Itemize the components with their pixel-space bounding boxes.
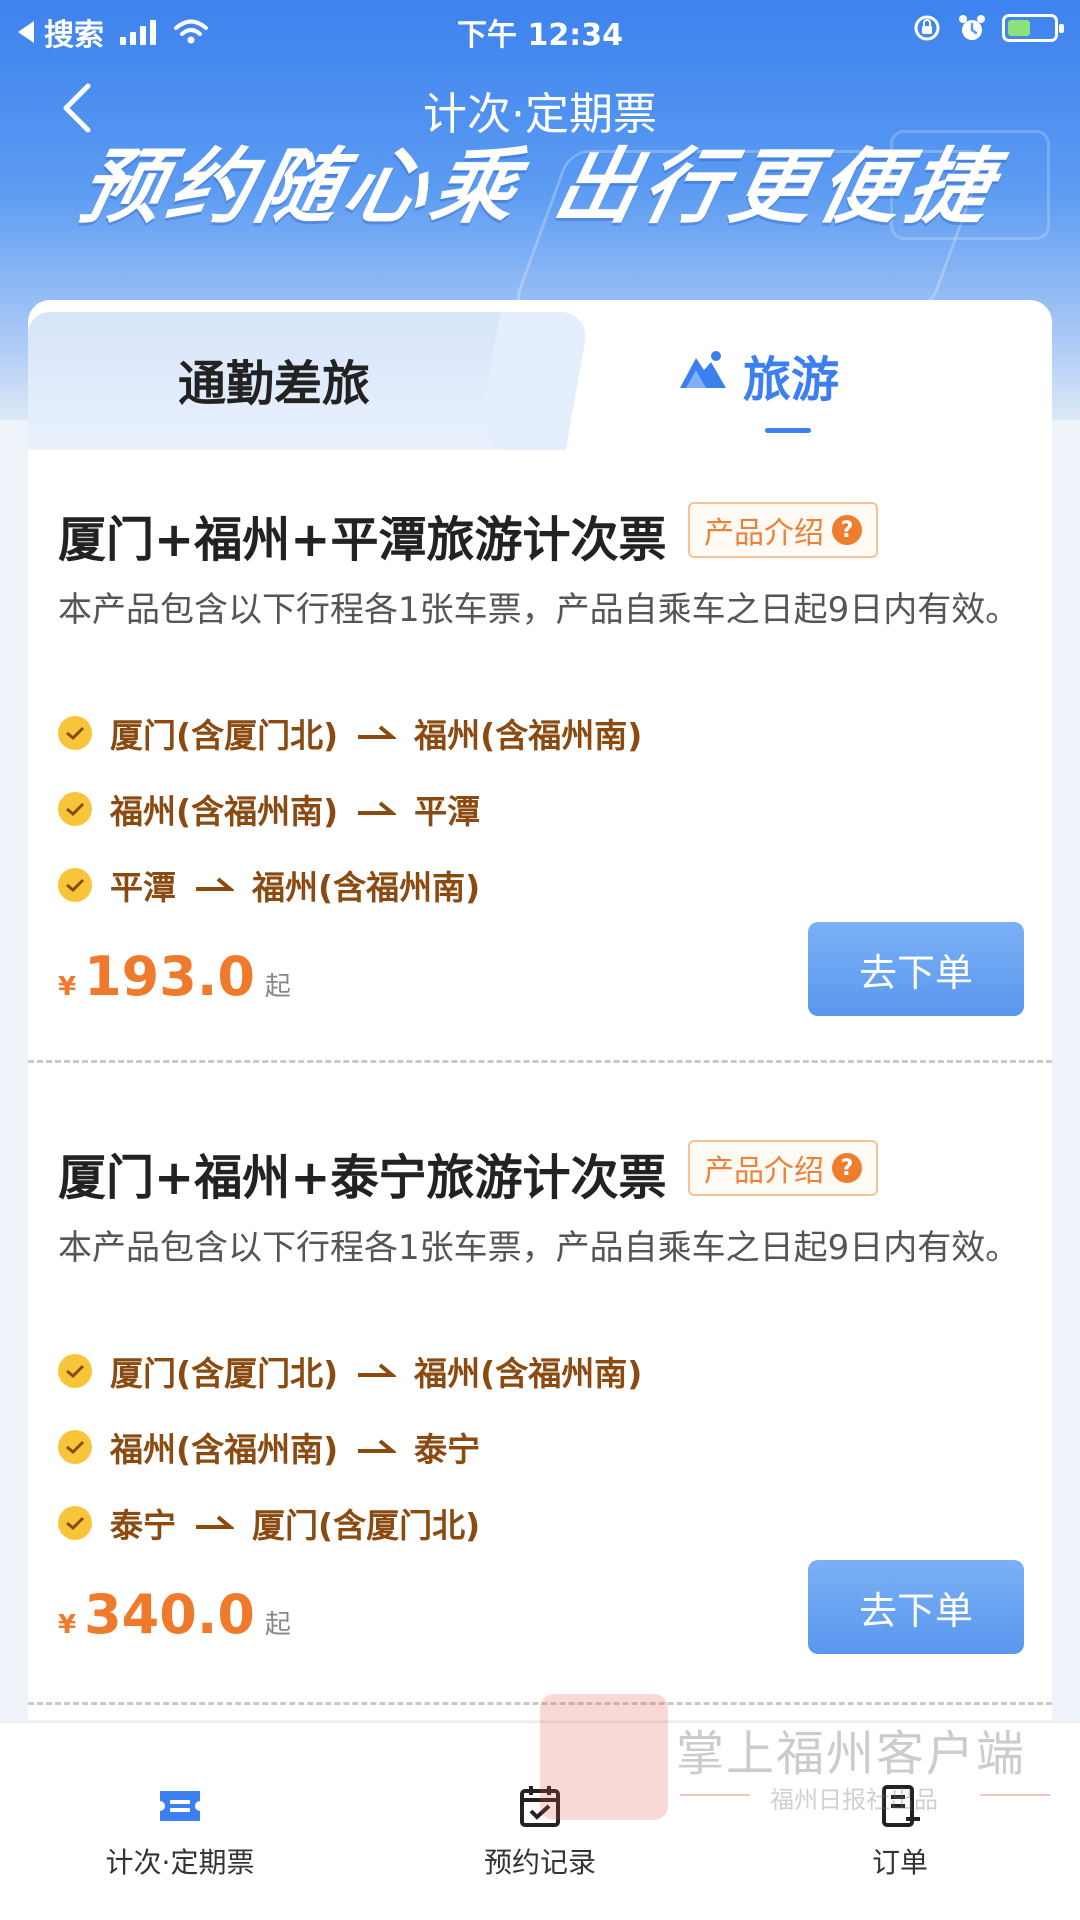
route-list: 厦门(含厦门北) 福州(含福州南) 福州(含福州南) 平潭 平潭 福州(含福州南… bbox=[58, 695, 642, 923]
route-to: 厦门(含厦门北) bbox=[252, 1506, 481, 1545]
question-icon: ? bbox=[832, 515, 862, 545]
route-to: 平潭 bbox=[414, 792, 481, 831]
arrow-right-icon bbox=[196, 877, 234, 891]
nav-item-booking-records[interactable]: 预约记录 bbox=[360, 1723, 720, 1920]
check-icon bbox=[58, 792, 92, 826]
product-card: 通勤差旅 旅游 厦门+福州+平潭旅游计次票 产品介绍 ? 本产品包含以下行程各1… bbox=[28, 300, 1052, 1720]
route-item: 福州(含福州南) 平潭 bbox=[58, 771, 642, 847]
mountain-icon bbox=[680, 351, 726, 388]
route-to: 福州(含福州南) bbox=[414, 1354, 643, 1393]
divider bbox=[28, 1060, 1052, 1063]
ticket-icon bbox=[160, 1791, 200, 1821]
route-from: 福州(含福州南) bbox=[110, 792, 339, 831]
route-item: 厦门(含厦门北) 福州(含福州南) bbox=[58, 695, 642, 771]
tab-travel-label[interactable]: 旅游 bbox=[743, 340, 839, 410]
check-icon bbox=[58, 1430, 92, 1464]
alarm-icon bbox=[959, 15, 985, 40]
nav-label: 计次·定期票 bbox=[105, 1846, 255, 1879]
price-suffix: 起 bbox=[264, 1610, 291, 1640]
route-from: 厦门(含厦门北) bbox=[110, 716, 339, 755]
route-from: 泰宁 bbox=[110, 1506, 176, 1545]
route-to: 福州(含福州南) bbox=[414, 716, 643, 755]
price: ¥ 193.0 起 bbox=[58, 945, 291, 1008]
product-intro-button[interactable]: 产品介绍 ? bbox=[688, 1140, 878, 1196]
product-intro-label: 产品介绍 bbox=[704, 516, 824, 551]
check-icon bbox=[58, 1354, 92, 1388]
product-title: 厦门+福州+平潭旅游计次票 bbox=[58, 512, 667, 568]
product-description: 本产品包含以下行程各1张车票，产品自乘车之日起9日内有效。 bbox=[58, 590, 1020, 630]
banner-slogan: 预约随心乘 出行更便捷 bbox=[70, 140, 1006, 235]
check-icon bbox=[58, 1506, 92, 1540]
price: ¥ 340.0 起 bbox=[58, 1583, 291, 1646]
nav-item-orders[interactable]: 订单 bbox=[720, 1723, 1080, 1920]
route-to: 泰宁 bbox=[414, 1430, 481, 1469]
product-description: 本产品包含以下行程各1张车票，产品自乘车之日起9日内有效。 bbox=[58, 1228, 1020, 1268]
route-to: 福州(含福州南) bbox=[252, 868, 481, 907]
tab-active-indicator bbox=[765, 428, 811, 433]
arrow-right-icon bbox=[358, 1363, 397, 1377]
nav-label: 预约记录 bbox=[483, 1846, 596, 1879]
question-icon: ? bbox=[832, 1153, 862, 1183]
divider bbox=[28, 1702, 1052, 1705]
currency-symbol: ¥ bbox=[58, 972, 77, 1002]
status-bar: 搜索 下午 12:34 bbox=[0, 0, 1080, 56]
arrow-right-icon bbox=[358, 725, 397, 739]
product-intro-button[interactable]: 产品介绍 ? bbox=[688, 502, 878, 558]
order-button[interactable]: 去下单 bbox=[808, 922, 1024, 1016]
route-item: 泰宁 厦门(含厦门北) bbox=[58, 1485, 642, 1561]
bottom-nav: 计次·定期票 预约记录 订单 bbox=[0, 1722, 1080, 1920]
route-item: 平潭 福州(含福州南) bbox=[58, 847, 642, 923]
currency-symbol: ¥ bbox=[58, 1610, 77, 1640]
route-item: 厦门(含厦门北) 福州(含福州南) bbox=[58, 1333, 642, 1409]
route-from: 平潭 bbox=[110, 868, 176, 907]
order-button[interactable]: 去下单 bbox=[808, 1560, 1024, 1654]
arrow-right-icon bbox=[358, 801, 397, 815]
status-right bbox=[912, 12, 1064, 44]
price-amount: 193.0 bbox=[84, 945, 255, 1008]
order-list-icon bbox=[882, 1785, 920, 1827]
product-intro-label: 产品介绍 bbox=[704, 1154, 824, 1189]
arrow-right-icon bbox=[196, 1515, 234, 1529]
battery-icon bbox=[1002, 14, 1064, 42]
route-item: 福州(含福州南) 泰宁 bbox=[58, 1409, 642, 1485]
check-icon bbox=[58, 868, 92, 902]
tab-commute-label[interactable]: 通勤差旅 bbox=[178, 344, 370, 414]
nav-item-ticket[interactable]: 计次·定期票 bbox=[0, 1723, 360, 1920]
price-amount: 340.0 bbox=[84, 1583, 255, 1646]
product-title: 厦门+福州+泰宁旅游计次票 bbox=[58, 1150, 667, 1206]
check-icon bbox=[58, 716, 92, 750]
rotation-lock-icon bbox=[914, 15, 940, 41]
price-suffix: 起 bbox=[264, 972, 291, 1002]
route-from: 厦门(含厦门北) bbox=[110, 1354, 339, 1393]
category-tabs: 通勤差旅 旅游 bbox=[28, 300, 1052, 450]
calendar-check-icon bbox=[520, 1786, 560, 1827]
route-list: 厦门(含厦门北) 福州(含福州南) 福州(含福州南) 泰宁 泰宁 厦门(含厦门北… bbox=[58, 1333, 642, 1561]
nav-label: 订单 bbox=[871, 1846, 928, 1879]
arrow-right-icon bbox=[358, 1439, 397, 1453]
route-from: 福州(含福州南) bbox=[110, 1430, 339, 1469]
